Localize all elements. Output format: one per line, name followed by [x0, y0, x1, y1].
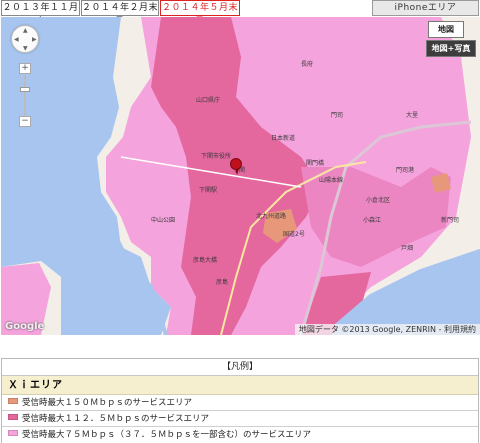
tab-2013-nov[interactable]: ２０１３年１１月末 — [1, 0, 80, 27]
legend-swatch-75 — [8, 430, 18, 436]
pan-left-icon[interactable]: ◀ — [14, 37, 19, 43]
map-label: 中山公園 — [151, 217, 176, 224]
legend-label: 受信時最大１１２．５Ｍｂｐｓのサービスエリア — [22, 414, 210, 424]
tab-2014-may[interactable]: ２０１４年５月末予 — [160, 0, 240, 27]
pan-up-icon[interactable]: ▲ — [23, 28, 28, 34]
location-marker-icon[interactable] — [230, 158, 242, 175]
legend-swatch-150 — [8, 398, 18, 404]
pan-down-icon[interactable]: ▼ — [23, 46, 28, 52]
map-attribution[interactable]: 地図データ ©2013 Google, ZENRIN - 利用規約 — [294, 324, 480, 335]
zoom-control: + − — [19, 63, 31, 127]
map-label: 北九州道路 — [256, 213, 287, 220]
legend-title: 【凡例】 — [2, 359, 478, 376]
legend-label: 受信時最大７５Ｍｂｐｓ（３７．５Ｍｂｐｓを一部含む）のサービスエリア — [22, 430, 312, 440]
map-label: 国道2号 — [283, 231, 305, 238]
map-label: 小森江 — [363, 217, 382, 224]
tab-2014-feb[interactable]: ２０１４年２月末予 — [81, 0, 159, 27]
zoom-slider-track[interactable] — [24, 75, 26, 117]
map-label: 日本新道 — [271, 135, 296, 142]
legend-item: 受信時最大７５Ｍｂｐｓ（３７．５Ｍｂｐｓを一部含む）のサービスエリア — [2, 427, 478, 443]
zoom-out-button[interactable]: − — [19, 116, 31, 127]
period-tab-bar: ２０１３年１１月末 ２０１４年２月末予 ２０１４年５月末予 iPhoneエリア — [0, 0, 480, 27]
legend-label: 受信時最大１５０Ｍｂｐｓのサービスエリア — [22, 398, 193, 408]
map-satellite-button[interactable]: 地図+写真 — [426, 40, 476, 57]
map-label: 門司 — [331, 112, 344, 119]
iphone-area-tab[interactable]: iPhoneエリア — [372, 0, 479, 16]
pan-control[interactable]: ▲ ◀ ▶ ▼ — [11, 25, 39, 53]
zoom-slider-thumb[interactable] — [20, 87, 30, 92]
map-label: 門司港 — [396, 167, 415, 174]
map-label: 彦島大橋 — [193, 257, 218, 264]
legend-swatch-112 — [8, 414, 18, 420]
legend-panel: 【凡例】 Ｘｉエリア 受信時最大１５０Ｍｂｐｓのサービスエリア 受信時最大１１２… — [1, 358, 479, 443]
map-label: 長府 — [301, 61, 314, 68]
map-label: 戸畑 — [401, 245, 414, 252]
map-label: 彦島 — [216, 279, 229, 286]
coverage-map[interactable]: 山口県庁 下関市役所 門司港 彦島 関門橋 下関駅 山陽本線 小倉北区 日本新道… — [1, 17, 480, 335]
map-label: 下関市役所 — [201, 153, 232, 160]
pan-right-icon[interactable]: ▶ — [32, 37, 37, 43]
map-label: 下関駅 — [199, 187, 218, 194]
map-label: 関門橋 — [306, 160, 325, 167]
map-type-button[interactable]: 地図 — [428, 21, 464, 38]
map-label: 山口県庁 — [196, 97, 221, 104]
legend-item: 受信時最大１１２．５Ｍｂｐｓのサービスエリア — [2, 411, 478, 427]
legend-item: 受信時最大１５０Ｍｂｐｓのサービスエリア — [2, 395, 478, 411]
map-canvas — [1, 17, 480, 335]
map-label: 小倉北区 — [366, 197, 391, 204]
legend-section-header: Ｘｉエリア — [2, 376, 478, 395]
map-label: 新門司 — [441, 217, 460, 224]
zoom-in-button[interactable]: + — [19, 63, 31, 74]
map-label: 大里 — [406, 112, 419, 119]
google-logo[interactable]: Google — [5, 321, 44, 332]
map-label: 山陽本線 — [319, 177, 344, 184]
